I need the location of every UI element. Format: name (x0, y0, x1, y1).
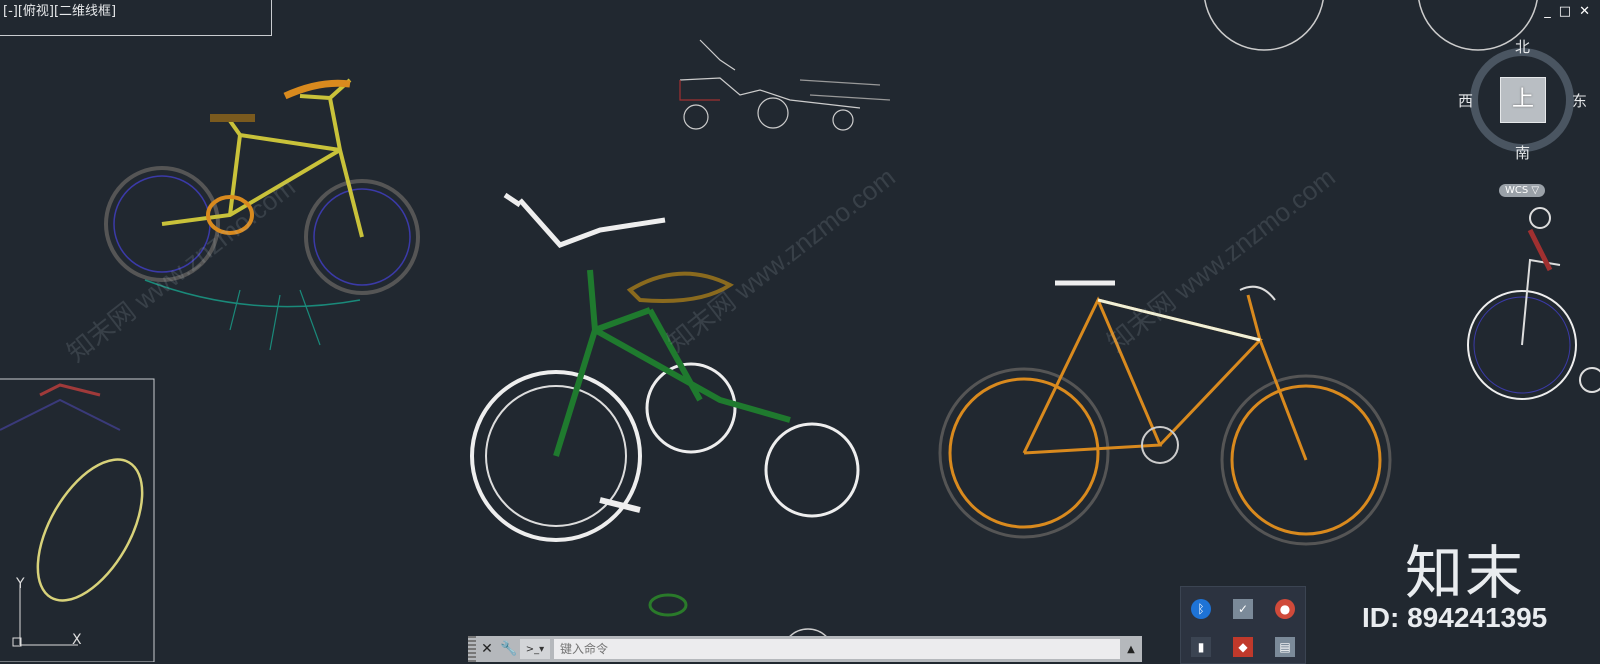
window-controls: _ □ ✕ (1544, 4, 1590, 19)
viewcube-west-label[interactable]: 西 (1458, 90, 1473, 111)
restore-button[interactable]: □ (1559, 4, 1571, 19)
inset-viewport[interactable]: Y X (0, 378, 164, 662)
viewcube-east-label[interactable]: 东 (1572, 90, 1587, 111)
viewcube[interactable]: 上 北 南 西 东 (1458, 36, 1600, 168)
bookmark-icon[interactable]: ▮ (1191, 637, 1211, 657)
clipboard-icon[interactable]: ▤ (1275, 637, 1295, 657)
viewcube-north-label[interactable]: 北 (1515, 36, 1530, 57)
close-command-line-button[interactable]: ✕ (476, 636, 498, 662)
system-tray-overflow: ᛒ ✓ ● ▮ ◆ ▤ (1180, 586, 1306, 664)
command-line[interactable]: ✕ 🔧 >_▾ ▲ (468, 636, 1142, 662)
drag-handle[interactable] (468, 636, 476, 662)
viewcube-top-face[interactable]: 上 (1500, 77, 1546, 123)
motorbike-sketch (679, 39, 891, 131)
command-input[interactable] (554, 639, 1120, 659)
network-icon[interactable]: ✓ (1233, 599, 1253, 619)
expand-history-button[interactable]: ▲ (1120, 636, 1142, 662)
penny-farthing-drawing (1467, 207, 1600, 400)
svg-text:Y: Y (15, 576, 25, 592)
watermark-id: ID: 894241395 (1362, 602, 1548, 633)
security-icon[interactable]: ◆ (1233, 637, 1253, 657)
bluetooth-icon[interactable]: ᛒ (1191, 599, 1211, 619)
drawing-canvas[interactable]: Y X (0, 0, 1600, 662)
color-picker-icon[interactable]: ● (1275, 599, 1295, 619)
svg-text:X: X (72, 632, 82, 648)
viewcube-south-label[interactable]: 南 (1515, 142, 1530, 163)
wcs-dropdown[interactable]: WCS ▽ (1499, 184, 1546, 197)
minimize-button[interactable]: _ (1544, 4, 1551, 19)
viewport-label[interactable]: [-][俯视][二维线框] (0, 0, 272, 36)
close-button[interactable]: ✕ (1579, 4, 1590, 19)
watermark-brand: 知末 (1405, 539, 1526, 607)
settings-icon[interactable]: 🔧 (498, 636, 520, 662)
recent-commands-button[interactable]: >_▾ (520, 639, 550, 659)
